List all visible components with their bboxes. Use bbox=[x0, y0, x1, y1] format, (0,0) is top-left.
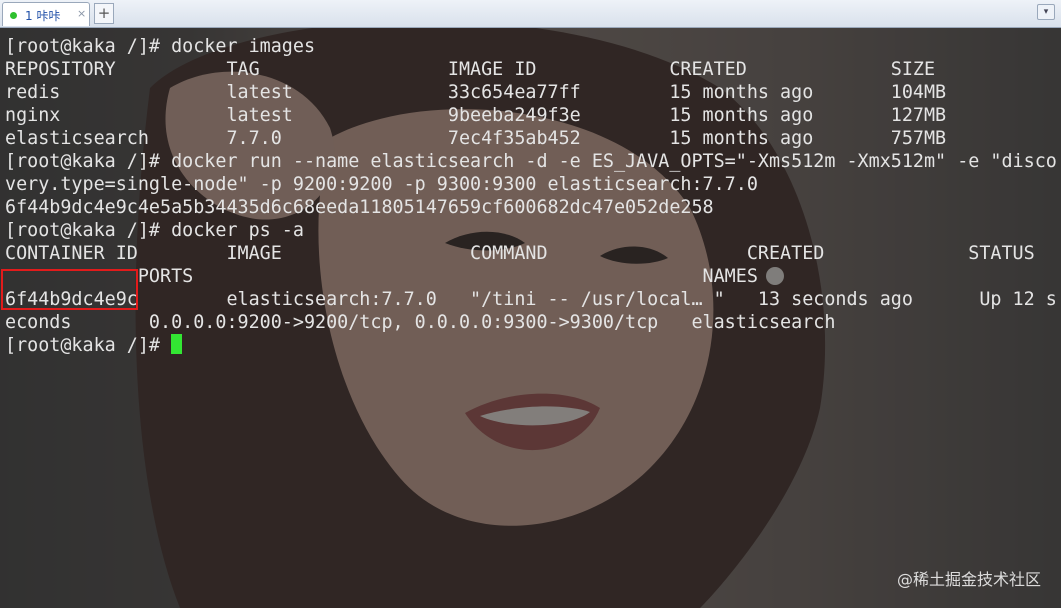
terminal-line: 6f44b9dc4e9c4e5a5b34435d6c68eeda11805147… bbox=[5, 197, 714, 218]
terminal-line: [root@kaka /]# docker ps -a bbox=[5, 220, 304, 241]
close-tab-icon[interactable]: × bbox=[77, 7, 86, 20]
connected-status-icon bbox=[10, 12, 17, 19]
terminal-cursor bbox=[171, 334, 183, 354]
terminal-prompt-line: [root@kaka /]# bbox=[5, 334, 1057, 357]
terminal-line: redis latest 33c654ea77ff 15 months ago … bbox=[5, 82, 947, 103]
terminal-line: 6f44b9dc4e9c elasticsearch:7.7.0 "/tini … bbox=[5, 289, 1057, 310]
session-tab-label: 1 咔咔 bbox=[25, 9, 61, 23]
terminal-output[interactable]: [root@kaka /]# docker images REPOSITORY … bbox=[5, 35, 1057, 357]
terminal-line: elasticsearch 7.7.0 7ec4f35ab452 15 mont… bbox=[5, 128, 947, 149]
session-tab[interactable]: 1 咔咔 × bbox=[2, 2, 90, 26]
tab-list-menu-icon[interactable]: ▾ bbox=[1037, 4, 1055, 20]
tab-bar: 1 咔咔 × + ▾ bbox=[0, 0, 1061, 28]
terminal-line: [root@kaka /]# docker run --name elastic… bbox=[5, 151, 1057, 172]
terminal-line: econds 0.0.0.0:9200->9200/tcp, 0.0.0.0:9… bbox=[5, 312, 836, 333]
terminal-line: REPOSITORY TAG IMAGE ID CREATED SIZE bbox=[5, 59, 936, 80]
terminal-line: CONTAINER ID IMAGE COMMAND CREATED STATU… bbox=[5, 243, 1035, 264]
watermark: @稀土掘金技术社区 bbox=[896, 570, 1041, 589]
new-tab-button[interactable]: + bbox=[94, 3, 114, 24]
terminal-line: nginx latest 9beeba249f3e 15 months ago … bbox=[5, 105, 947, 126]
terminal-line: [root@kaka /]# docker images bbox=[5, 36, 316, 57]
terminal-line: very.type=single-node" -p 9200:9200 -p 9… bbox=[5, 174, 758, 195]
terminal-prompt: [root@kaka /]# bbox=[5, 335, 172, 356]
container-id-highlight-box bbox=[1, 269, 138, 310]
terminal-line: PORTS NAMES bbox=[5, 266, 758, 287]
